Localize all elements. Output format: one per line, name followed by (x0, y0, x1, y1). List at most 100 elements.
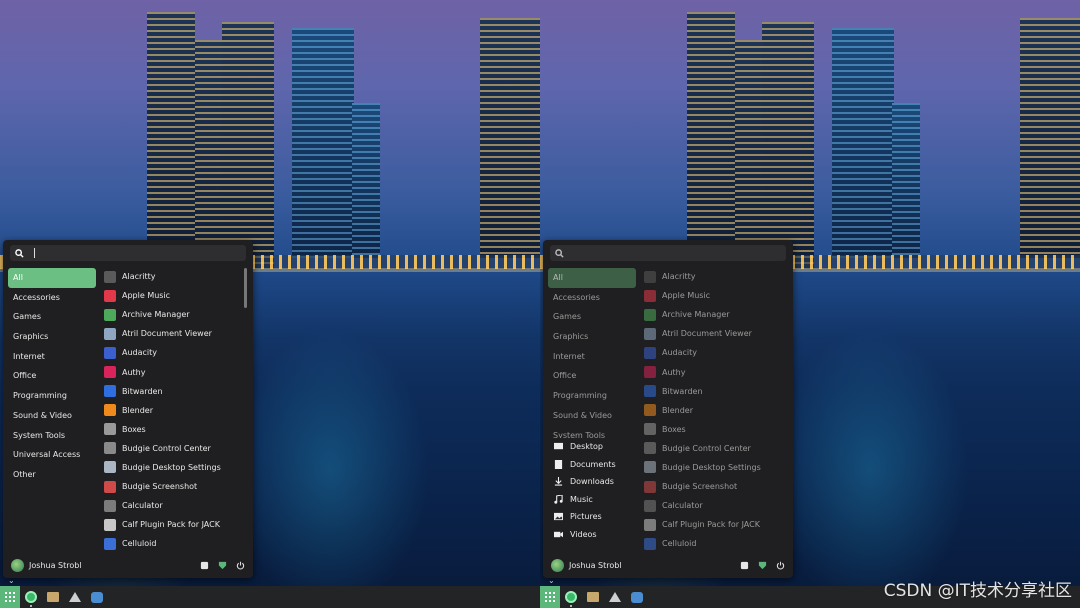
app-item[interactable]: Bitwarden (101, 382, 243, 401)
category-other[interactable]: Other (8, 465, 96, 485)
app-item[interactable]: Apple Music (101, 286, 243, 305)
user-settings-icon[interactable] (199, 560, 209, 570)
place-pictures[interactable]: Pictures (546, 508, 636, 526)
category-accessories[interactable]: Accessories (548, 288, 636, 308)
app-item[interactable]: Budgie Control Center (101, 439, 243, 458)
app-item[interactable]: Budgie Screenshot (101, 477, 243, 496)
avatar[interactable] (11, 558, 24, 572)
scrollbar[interactable] (244, 268, 247, 308)
videos-icon (554, 530, 563, 539)
app-menu-button[interactable] (0, 586, 20, 608)
category-internet[interactable]: Internet (548, 347, 636, 367)
budgie-control-center-icon (104, 442, 116, 455)
category-graphics[interactable]: Graphics (8, 327, 96, 347)
category-graphics[interactable]: Graphics (548, 327, 636, 347)
app-item[interactable]: Alacritty (641, 267, 783, 286)
category-system-tools[interactable]: System Tools (8, 426, 96, 446)
bitwarden-icon (104, 385, 116, 398)
category-universal-access[interactable]: Universal Access (8, 445, 96, 465)
app-item[interactable]: Atril Document Viewer (101, 324, 243, 343)
place-documents[interactable]: Documents (546, 456, 636, 474)
category-sound-video[interactable]: Sound & Video (548, 406, 636, 426)
app-item[interactable]: Archive Manager (641, 305, 783, 324)
category-all[interactable]: All (548, 268, 636, 288)
app-item[interactable]: Celluloid (641, 534, 783, 553)
power-icon[interactable] (775, 560, 785, 570)
search-input[interactable] (10, 245, 246, 261)
files-icon (587, 592, 599, 602)
app-item[interactable]: Apple Music (641, 286, 783, 305)
app-label: Budgie Desktop Settings (662, 462, 761, 472)
category-games[interactable]: Games (8, 307, 96, 327)
lock-icon[interactable] (217, 560, 227, 570)
avatar[interactable] (551, 558, 564, 572)
category-programming[interactable]: Programming (548, 386, 636, 406)
place-downloads[interactable]: Downloads (546, 473, 636, 491)
category-games[interactable]: Games (548, 307, 636, 327)
app-item[interactable]: Boxes (101, 420, 243, 439)
godot-launcher[interactable] (86, 586, 108, 608)
apple-music-icon (644, 289, 656, 302)
app-item[interactable]: Audacity (101, 343, 243, 362)
category-sound-video[interactable]: Sound & Video (8, 406, 96, 426)
app-item[interactable]: Boxes (641, 420, 783, 439)
category-accessories[interactable]: Accessories (8, 288, 96, 308)
app-item[interactable]: Budgie Control Center (641, 439, 783, 458)
app-label: Budgie Control Center (122, 443, 211, 453)
category-all[interactable]: All (8, 268, 96, 288)
app-label: Atril Document Viewer (662, 329, 752, 339)
app-label: Celluloid (122, 539, 157, 549)
app-item[interactable]: Alacritty (101, 267, 243, 286)
app-item[interactable]: Blender (101, 401, 243, 420)
app-menu-button[interactable] (540, 586, 560, 608)
alacritty-icon (644, 270, 656, 283)
place-label: Downloads (570, 477, 614, 487)
files-launcher[interactable] (582, 586, 604, 608)
app-item[interactable]: Calf Plugin Pack for JACK (101, 515, 243, 534)
place-music[interactable]: Music (546, 491, 636, 509)
app-item[interactable]: Archive Manager (101, 305, 243, 324)
lock-icon[interactable] (757, 560, 767, 570)
category-office[interactable]: Office (548, 366, 636, 386)
category-programming[interactable]: Programming (8, 386, 96, 406)
app-item[interactable]: Celluloid (101, 534, 243, 553)
inkscape-launcher[interactable] (604, 586, 626, 608)
app-label: Blender (662, 405, 693, 415)
category-list: All Accessories Games Graphics Internet … (8, 268, 96, 485)
category-internet[interactable]: Internet (8, 347, 96, 367)
power-icon[interactable] (235, 560, 245, 570)
budgie-launcher[interactable] (560, 586, 582, 608)
app-item[interactable]: Authy (641, 362, 783, 381)
app-item[interactable]: Calf Plugin Pack for JACK (641, 515, 783, 534)
app-item[interactable]: Calculator (101, 496, 243, 515)
inkscape-launcher[interactable] (64, 586, 86, 608)
app-item[interactable]: Calculator (641, 496, 783, 515)
category-list: All Accessories Games Graphics Internet … (548, 268, 636, 445)
menu-footer: Joshua Strobl (3, 552, 253, 578)
app-item[interactable]: Audacity (641, 343, 783, 362)
app-label: Celluloid (662, 539, 697, 549)
place-label: Videos (570, 529, 597, 539)
place-videos[interactable]: Videos (546, 526, 636, 544)
audacity-icon (644, 346, 656, 359)
celluloid-icon (104, 537, 116, 550)
app-item[interactable]: Budgie Screenshot (641, 477, 783, 496)
godot-launcher[interactable] (626, 586, 648, 608)
app-label: Budgie Control Center (662, 443, 751, 453)
app-item[interactable]: Budgie Desktop Settings (101, 458, 243, 477)
category-office[interactable]: Office (8, 366, 96, 386)
budgie-launcher[interactable] (20, 586, 42, 608)
app-item[interactable]: Blender (641, 401, 783, 420)
budgie-control-center-icon (644, 442, 656, 455)
app-label: Audacity (662, 348, 698, 358)
app-item[interactable]: Bitwarden (641, 382, 783, 401)
blender-icon (644, 404, 656, 417)
app-label: Alacritty (122, 272, 156, 282)
place-desktop[interactable]: Desktop (546, 438, 636, 456)
search-input[interactable] (550, 245, 786, 261)
app-item[interactable]: Budgie Desktop Settings (641, 458, 783, 477)
app-item[interactable]: Atril Document Viewer (641, 324, 783, 343)
user-settings-icon[interactable] (739, 560, 749, 570)
files-launcher[interactable] (42, 586, 64, 608)
app-item[interactable]: Authy (101, 362, 243, 381)
